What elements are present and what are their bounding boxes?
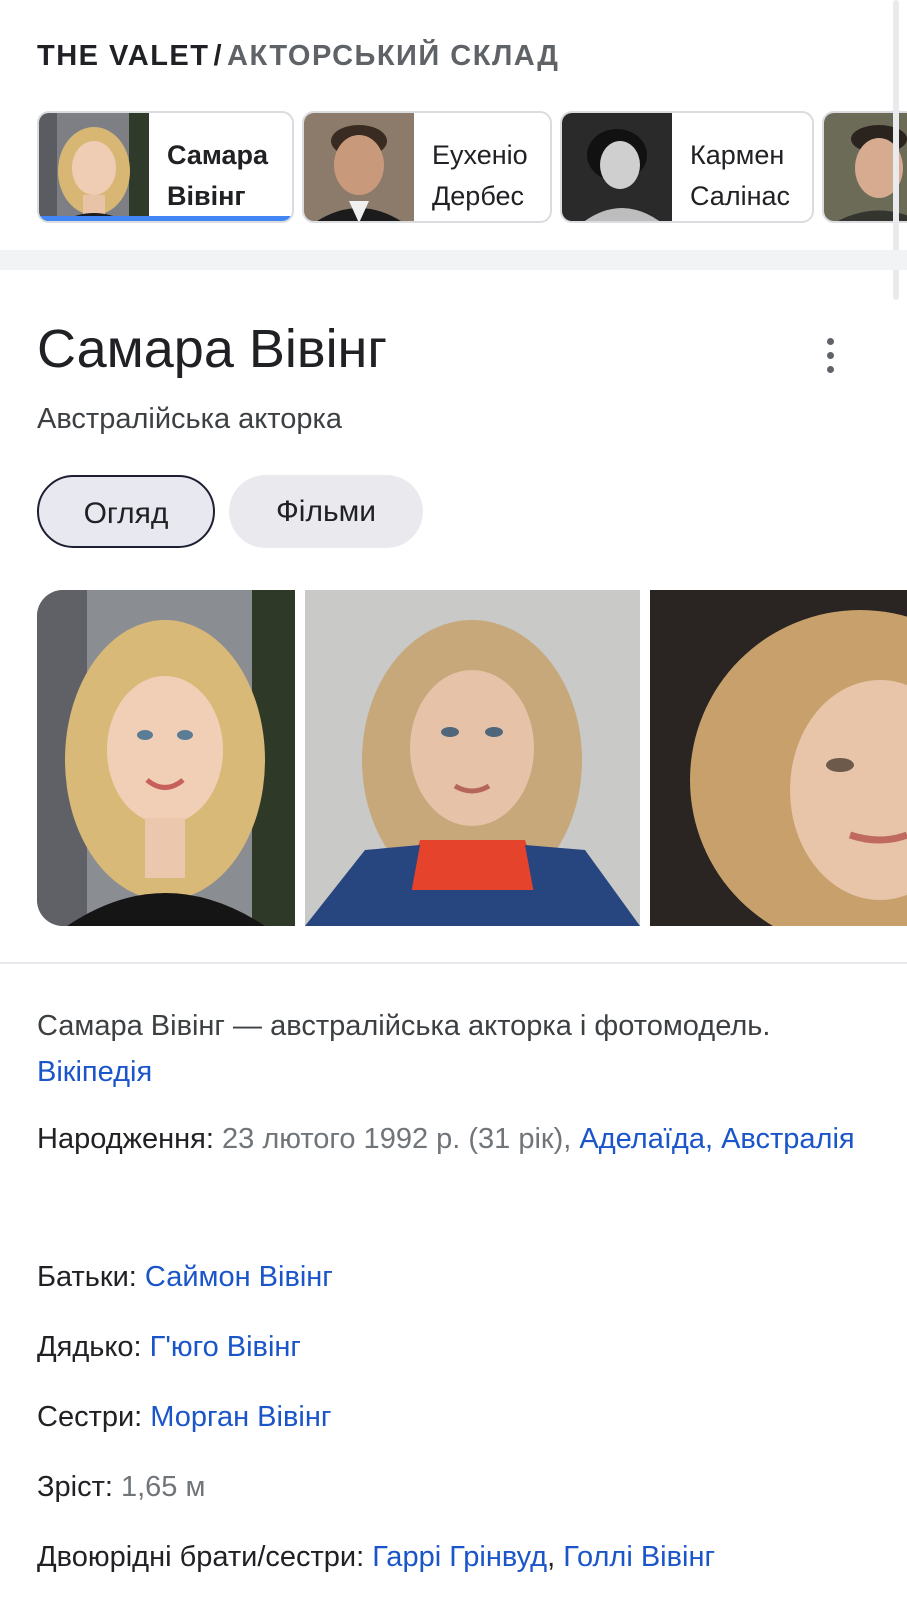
- photo-3[interactable]: [650, 590, 907, 926]
- fact-sisters-label: Сестри:: [37, 1401, 151, 1433]
- fact-parents-label: Батьки:: [37, 1261, 145, 1293]
- cast-card-samara[interactable]: Самара Вівінг: [37, 111, 294, 223]
- page-title: Самара Вівінг: [37, 319, 388, 379]
- section-divider: [0, 250, 907, 270]
- description-text: Самара Вівінг — австралійська акторка і …: [37, 1010, 771, 1042]
- breadcrumb: THE VALET / АКТОРСЬКИЙ СКЛАД: [37, 40, 559, 73]
- fact-born: Народження: 23 лютого 1992 р. (31 рік), …: [37, 1116, 877, 1162]
- fact-height: Зріст: 1,65 м: [37, 1464, 877, 1510]
- breadcrumb-show[interactable]: THE VALET: [37, 40, 209, 72]
- entity-subtitle: Австралійська акторка: [37, 403, 342, 435]
- fact-cousins-link-1[interactable]: Гаррі Грінвуд: [372, 1541, 547, 1573]
- tab-overview[interactable]: Огляд: [37, 475, 215, 548]
- cast-carousel[interactable]: Самара Вівінг Еухеніо Дербес Кармен Салі…: [37, 111, 907, 227]
- photo-2[interactable]: [305, 590, 640, 926]
- cast-name-samara: Самара Вівінг: [167, 140, 268, 211]
- fact-cousins: Двоюрідні брати/сестри: Гаррі Грінвуд, Г…: [37, 1534, 877, 1580]
- fact-born-place-link[interactable]: Аделаїда, Австралія: [579, 1123, 854, 1155]
- cast-card-eugenio[interactable]: Еухеніо Дербес: [302, 111, 552, 223]
- cast-name-eugenio: Еухеніо Дербес: [432, 140, 528, 211]
- fact-uncle-link[interactable]: Г'юго Вівінг: [150, 1331, 301, 1363]
- cast-header: THE VALET / АКТОРСЬКИЙ СКЛАД Самара Вівінг: [0, 0, 907, 300]
- fact-height-value: 1,65 м: [120, 1471, 206, 1503]
- fact-cousins-link-2[interactable]: Голлі Вівінг: [563, 1541, 715, 1573]
- fact-parents: Батьки: Саймон Вівінг: [37, 1254, 877, 1300]
- cast-photo-carmen: [562, 113, 672, 221]
- breadcrumb-separator: /: [213, 40, 224, 72]
- fact-height-label: Зріст:: [37, 1471, 121, 1503]
- fact-uncle-label: Дядько:: [37, 1331, 150, 1363]
- fact-born-value: 23 лютого 1992 р. (31 рік),: [222, 1123, 580, 1155]
- image-carousel[interactable]: [37, 590, 907, 926]
- cast-name-carmen: Кармен Салінас: [690, 140, 790, 211]
- content-separator: [0, 962, 907, 964]
- fact-cousins-comma: ,: [547, 1541, 564, 1573]
- fact-sisters-link[interactable]: Морган Вівінг: [150, 1401, 331, 1433]
- cast-photo-eugenio: [304, 113, 414, 221]
- tab-movies[interactable]: Фільми: [229, 475, 423, 548]
- cast-card-carmen[interactable]: Кармен Салінас: [560, 111, 814, 223]
- photo-1[interactable]: [37, 590, 295, 926]
- more-vert-icon[interactable]: [820, 338, 840, 378]
- entity-description: Самара Вівінг — австралійська акторка і …: [37, 1003, 877, 1095]
- fact-parents-link[interactable]: Саймон Вівінг: [145, 1261, 333, 1293]
- fact-born-label: Народження:: [37, 1123, 222, 1155]
- wikipedia-link[interactable]: Вікіпедія: [37, 1056, 152, 1088]
- breadcrumb-section: АКТОРСЬКИЙ СКЛАД: [227, 40, 560, 72]
- fact-cousins-label: Двоюрідні брати/сестри:: [37, 1541, 373, 1573]
- fact-uncle: Дядько: Г'юго Вівінг: [37, 1324, 877, 1370]
- fact-sisters: Сестри: Морган Вівінг: [37, 1394, 877, 1440]
- cast-photo-samara: [39, 113, 149, 221]
